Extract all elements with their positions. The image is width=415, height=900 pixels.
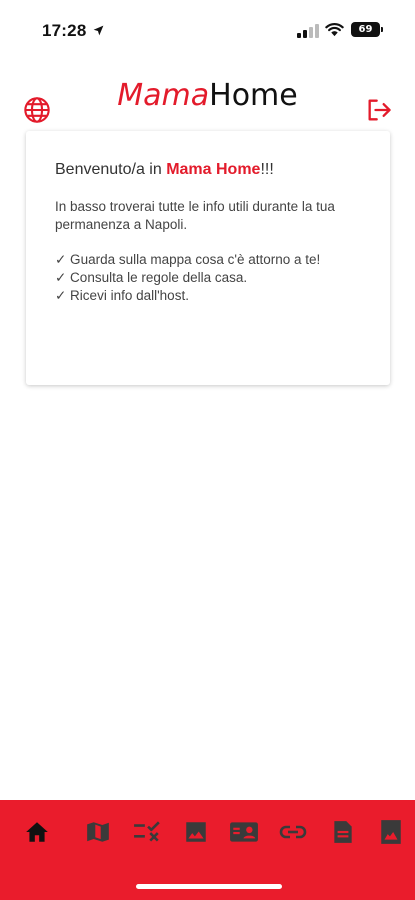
logout-icon — [368, 99, 391, 121]
logout-button[interactable] — [364, 95, 394, 125]
location-arrow-icon — [93, 25, 104, 36]
image-icon — [186, 822, 206, 842]
logo-mama: Mama — [117, 78, 210, 113]
rules-checklist-icon — [134, 821, 160, 842]
nav-item-links[interactable] — [278, 817, 308, 847]
welcome-title-brand: Mama Home — [166, 161, 261, 178]
feature-item-host: ✓ Ricevi info dall'host. — [55, 288, 189, 303]
battery-indicator: 69 — [351, 22, 380, 37]
logo-home: Home — [209, 78, 298, 113]
globe-icon — [24, 97, 50, 123]
app-logo: MamaHome — [0, 76, 415, 116]
nav-item-map[interactable] — [83, 817, 113, 847]
contact-card-icon — [230, 822, 258, 842]
feature-item-rules: ✓ Consulta le regole della casa. — [55, 270, 248, 285]
signal-icon — [297, 24, 319, 38]
welcome-title-suffix: !!! — [260, 161, 274, 178]
nav-item-contacts[interactable] — [229, 817, 259, 847]
document-icon — [334, 821, 352, 843]
home-indicator — [136, 884, 282, 889]
wifi-icon — [325, 23, 344, 37]
nav-item-rules[interactable] — [132, 817, 162, 847]
welcome-title: Benvenuto/a in Mama Home!!! — [55, 161, 274, 179]
status-time: 17:28 — [42, 21, 87, 40]
home-icon — [26, 822, 48, 842]
nav-item-home[interactable] — [22, 817, 52, 847]
intro-text: In basso troverai tutte le info utili du… — [55, 199, 335, 232]
status-bar: 17:28 69 — [0, 0, 415, 60]
nav-item-documents[interactable] — [328, 817, 358, 847]
feature-item-map: ✓ Guarda sulla mappa cosa c'è attorno a … — [55, 252, 321, 267]
link-icon — [279, 825, 307, 839]
nav-item-photos[interactable] — [376, 817, 406, 847]
battery-tip — [381, 27, 383, 32]
welcome-card: Benvenuto/a in Mama Home!!! In basso tro… — [26, 131, 390, 385]
map-icon — [87, 822, 109, 842]
nav-item-gallery[interactable] — [181, 817, 211, 847]
feature-list: ✓ Guarda sulla mappa cosa c'è attorno a … — [55, 251, 365, 305]
welcome-title-prefix: Benvenuto/a in — [55, 161, 167, 178]
language-button[interactable] — [22, 95, 52, 125]
photo-portrait-icon — [381, 820, 401, 844]
